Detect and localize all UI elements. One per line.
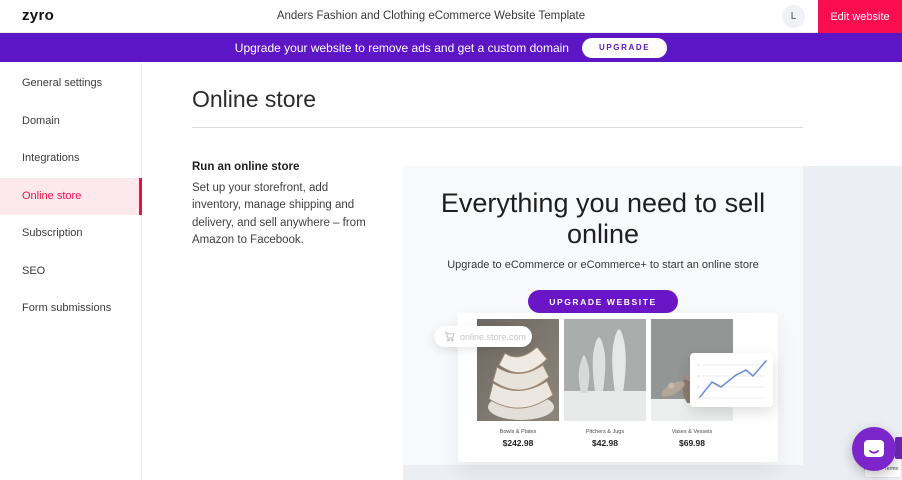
- sidebar-item-seo[interactable]: SEO: [0, 253, 141, 291]
- sidebar-item-domain[interactable]: Domain: [0, 103, 141, 141]
- upgrade-banner: Upgrade your website to remove ads and g…: [0, 33, 902, 62]
- pitchers-photo: [564, 319, 646, 421]
- cart-icon: [444, 331, 455, 342]
- upgrade-banner-text: Upgrade your website to remove ads and g…: [235, 41, 569, 55]
- section-heading: Run an online store: [192, 161, 299, 173]
- zyro-logo[interactable]: zyro: [22, 7, 54, 24]
- product-name: Pitchers & Jugs: [564, 429, 646, 435]
- product-price: $69.98: [651, 438, 733, 448]
- sidebar-item-online-store[interactable]: Online store: [0, 178, 141, 216]
- sidebar-item-subscription[interactable]: Subscription: [0, 215, 141, 253]
- sidebar-item-integrations[interactable]: Integrations: [0, 140, 141, 178]
- edit-website-button[interactable]: Edit website: [818, 0, 902, 33]
- settings-sidebar: General settings Domain Integrations Onl…: [0, 62, 142, 480]
- store-url-text: online.store.com: [460, 332, 526, 342]
- sparkline-path: [700, 361, 766, 397]
- banner-upgrade-button[interactable]: UPGRADE: [582, 38, 667, 58]
- sales-chart-card: [690, 353, 773, 407]
- product-card: Pitchers & Jugs $42.98: [564, 319, 646, 448]
- product-name: Bowls & Plates: [477, 429, 559, 435]
- user-avatar[interactable]: L: [782, 5, 805, 28]
- store-url-pill: online.store.com: [434, 326, 532, 347]
- app-window: zyro Anders Fashion and Clothing eCommer…: [0, 0, 902, 480]
- hero-subtitle: Upgrade to eCommerce or eCommerce+ to st…: [403, 259, 803, 271]
- widget-side-tab[interactable]: [895, 437, 902, 459]
- page-title: Online store: [192, 86, 316, 113]
- title-divider: [192, 127, 803, 128]
- sales-sparkline: [690, 353, 773, 407]
- product-price: $242.98: [477, 438, 559, 448]
- chat-bubble-button[interactable]: [852, 427, 896, 471]
- product-name: Vases & Vessels: [651, 429, 733, 435]
- upgrade-website-button[interactable]: UPGRADE WEBSITE: [528, 290, 678, 313]
- chat-icon: [863, 439, 885, 459]
- sidebar-item-form-submissions[interactable]: Form submissions: [0, 290, 141, 328]
- ecommerce-upsell-card: Everything you need to sell online Upgra…: [403, 166, 803, 465]
- top-bar: zyro Anders Fashion and Clothing eCommer…: [0, 0, 902, 33]
- hero-title: Everything you need to sell online: [403, 188, 803, 250]
- site-template-title: Anders Fashion and Clothing eCommerce We…: [160, 10, 702, 22]
- product-price: $42.98: [564, 438, 646, 448]
- sidebar-item-general-settings[interactable]: General settings: [0, 65, 141, 103]
- section-description: Set up your storefront, add inventory, m…: [192, 180, 372, 249]
